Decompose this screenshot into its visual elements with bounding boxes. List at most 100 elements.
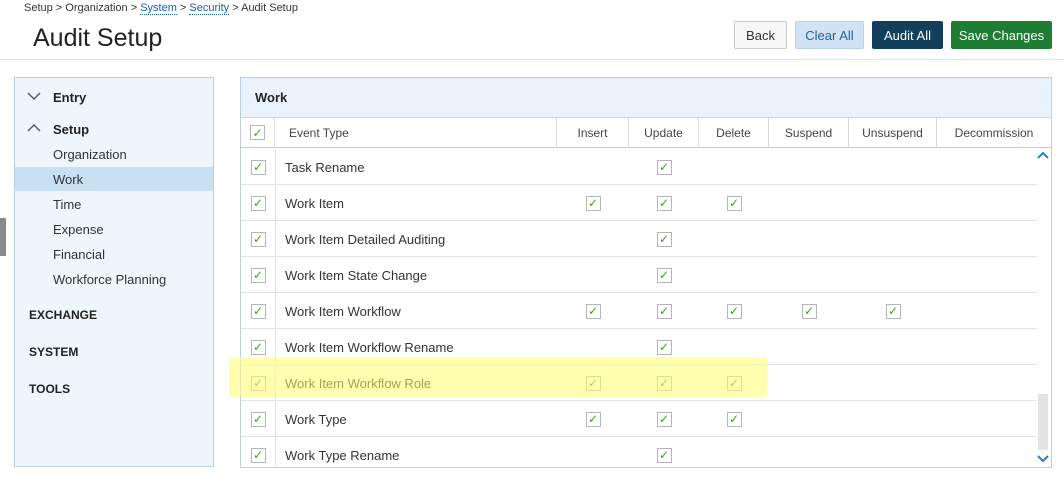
decommission-cell <box>937 185 1037 221</box>
update-checkbox[interactable]: ✓ <box>656 231 672 247</box>
suspend-cell <box>769 257 849 293</box>
unsuspend-cell <box>849 401 937 437</box>
row-select-checkbox[interactable]: ✓ <box>250 339 266 355</box>
update-checkbox[interactable]: ✓ <box>656 375 672 391</box>
chevron-up-icon <box>27 122 43 136</box>
unsuspend-cell <box>849 185 937 221</box>
row-select-checkbox[interactable]: ✓ <box>250 411 266 427</box>
event-type-name: Work Item State Change <box>275 257 557 293</box>
delete-checkbox[interactable]: ✓ <box>726 411 742 427</box>
insert-cell <box>557 221 629 257</box>
audit-all-button[interactable]: Audit All <box>872 21 943 49</box>
event-type-name: Work Item Workflow <box>275 293 557 329</box>
sidebar-item-workforce-planning[interactable]: Workforce Planning <box>15 267 213 291</box>
insert-cell: ✓ <box>557 293 629 329</box>
scroll-down-icon[interactable] <box>1036 452 1050 466</box>
decommission-cell <box>937 365 1037 401</box>
update-cell: ✓ <box>629 185 699 221</box>
save-changes-button[interactable]: Save Changes <box>951 21 1052 49</box>
sidebar-section-setup[interactable]: Setup <box>15 118 213 140</box>
sidebar-item-work[interactable]: Work <box>15 167 213 191</box>
update-cell: ✓ <box>629 401 699 437</box>
event-type-name: Work Type Rename <box>275 437 557 467</box>
update-checkbox[interactable]: ✓ <box>656 339 672 355</box>
scroll-up-icon[interactable] <box>1036 148 1050 162</box>
suspend-cell <box>769 329 849 365</box>
select-all-checkbox[interactable]: ✓ <box>250 125 265 140</box>
decommission-cell <box>937 293 1037 329</box>
delete-cell <box>699 149 769 185</box>
sidebar-section-entry[interactable]: Entry <box>15 86 213 108</box>
event-type-name: Task Rename <box>275 149 557 185</box>
insert-cell <box>557 149 629 185</box>
unsuspend-checkbox[interactable]: ✓ <box>885 303 901 319</box>
insert-checkbox[interactable]: ✓ <box>585 195 601 211</box>
update-checkbox[interactable]: ✓ <box>656 411 672 427</box>
update-cell: ✓ <box>629 293 699 329</box>
update-checkbox[interactable]: ✓ <box>656 195 672 211</box>
header-divider <box>0 59 1064 60</box>
table-row: ✓ Work Item Detailed Auditing ✓ <box>241 221 1037 257</box>
delete-checkbox[interactable]: ✓ <box>726 195 742 211</box>
row-select-checkbox[interactable]: ✓ <box>250 231 266 247</box>
row-select-cell: ✓ <box>241 185 275 221</box>
unsuspend-cell <box>849 365 937 401</box>
sidebar-item-time[interactable]: Time <box>15 192 213 216</box>
insert-cell <box>557 437 629 467</box>
delete-cell: ✓ <box>699 401 769 437</box>
scrollbar-thumb[interactable] <box>1038 394 1048 450</box>
breadcrumb-link-system[interactable]: System <box>140 2 177 15</box>
update-cell: ✓ <box>629 221 699 257</box>
event-type-name: Work Item Detailed Auditing <box>275 221 557 257</box>
sidebar-group-system[interactable]: SYSTEM <box>29 345 78 359</box>
table-scrollbar[interactable] <box>1036 148 1050 466</box>
sidebar-collapse-handle[interactable] <box>0 218 6 256</box>
back-button[interactable]: Back <box>734 21 787 49</box>
table-row: ✓ Work Item State Change ✓ <box>241 257 1037 293</box>
insert-cell: ✓ <box>557 401 629 437</box>
row-select-checkbox[interactable]: ✓ <box>250 303 266 319</box>
insert-checkbox[interactable]: ✓ <box>585 375 601 391</box>
event-type-name: Work Item Workflow Role <box>275 365 557 401</box>
row-select-checkbox[interactable]: ✓ <box>250 447 266 463</box>
insert-checkbox[interactable]: ✓ <box>585 303 601 319</box>
breadcrumb-suffix: > Audit Setup <box>229 2 298 14</box>
row-select-checkbox[interactable]: ✓ <box>250 375 266 391</box>
column-header-update: Update <box>629 118 699 147</box>
update-cell: ✓ <box>629 149 699 185</box>
delete-checkbox[interactable]: ✓ <box>726 303 742 319</box>
suspend-checkbox[interactable]: ✓ <box>801 303 817 319</box>
suspend-cell <box>769 401 849 437</box>
update-checkbox[interactable]: ✓ <box>656 267 672 283</box>
row-select-cell: ✓ <box>241 329 275 365</box>
sidebar-item-financial[interactable]: Financial <box>15 242 213 266</box>
sidebar-group-tools[interactable]: TOOLS <box>29 382 70 396</box>
sidebar-item-expense[interactable]: Expense <box>15 217 213 241</box>
update-checkbox[interactable]: ✓ <box>656 303 672 319</box>
row-select-checkbox[interactable]: ✓ <box>250 159 266 175</box>
suspend-cell <box>769 437 849 467</box>
breadcrumb-link-security[interactable]: Security <box>189 2 230 15</box>
clear-all-button[interactable]: Clear All <box>795 21 864 49</box>
delete-checkbox[interactable]: ✓ <box>726 375 742 391</box>
column-header-event-type[interactable]: Event Type <box>275 118 557 147</box>
row-select-checkbox[interactable]: ✓ <box>250 267 266 283</box>
insert-cell <box>557 329 629 365</box>
row-select-cell: ✓ <box>241 293 275 329</box>
row-select-checkbox[interactable]: ✓ <box>250 195 266 211</box>
table-row: ✓ Work Type Rename ✓ <box>241 437 1037 467</box>
update-checkbox[interactable]: ✓ <box>656 447 672 463</box>
delete-cell: ✓ <box>699 185 769 221</box>
table-row: ✓ Work Item Workflow Rename ✓ <box>241 329 1037 365</box>
insert-checkbox[interactable]: ✓ <box>585 411 601 427</box>
breadcrumb-separator: > <box>176 2 190 14</box>
update-checkbox[interactable]: ✓ <box>656 159 672 175</box>
work-audit-panel: Work ✓ Event Type Insert Update Delete S… <box>240 77 1052 468</box>
column-header-decommission: Decommission <box>954 125 1034 140</box>
table-row: ✓ Work Item Workflow ✓ ✓ ✓ ✓ ✓ <box>241 293 1037 329</box>
row-select-cell: ✓ <box>241 221 275 257</box>
table-row: ✓ Task Rename ✓ <box>241 149 1037 185</box>
sidebar-group-exchange[interactable]: EXCHANGE <box>29 308 97 322</box>
event-type-name: Work Item Workflow Rename <box>275 329 557 365</box>
sidebar-item-organization[interactable]: Organization <box>15 142 213 166</box>
